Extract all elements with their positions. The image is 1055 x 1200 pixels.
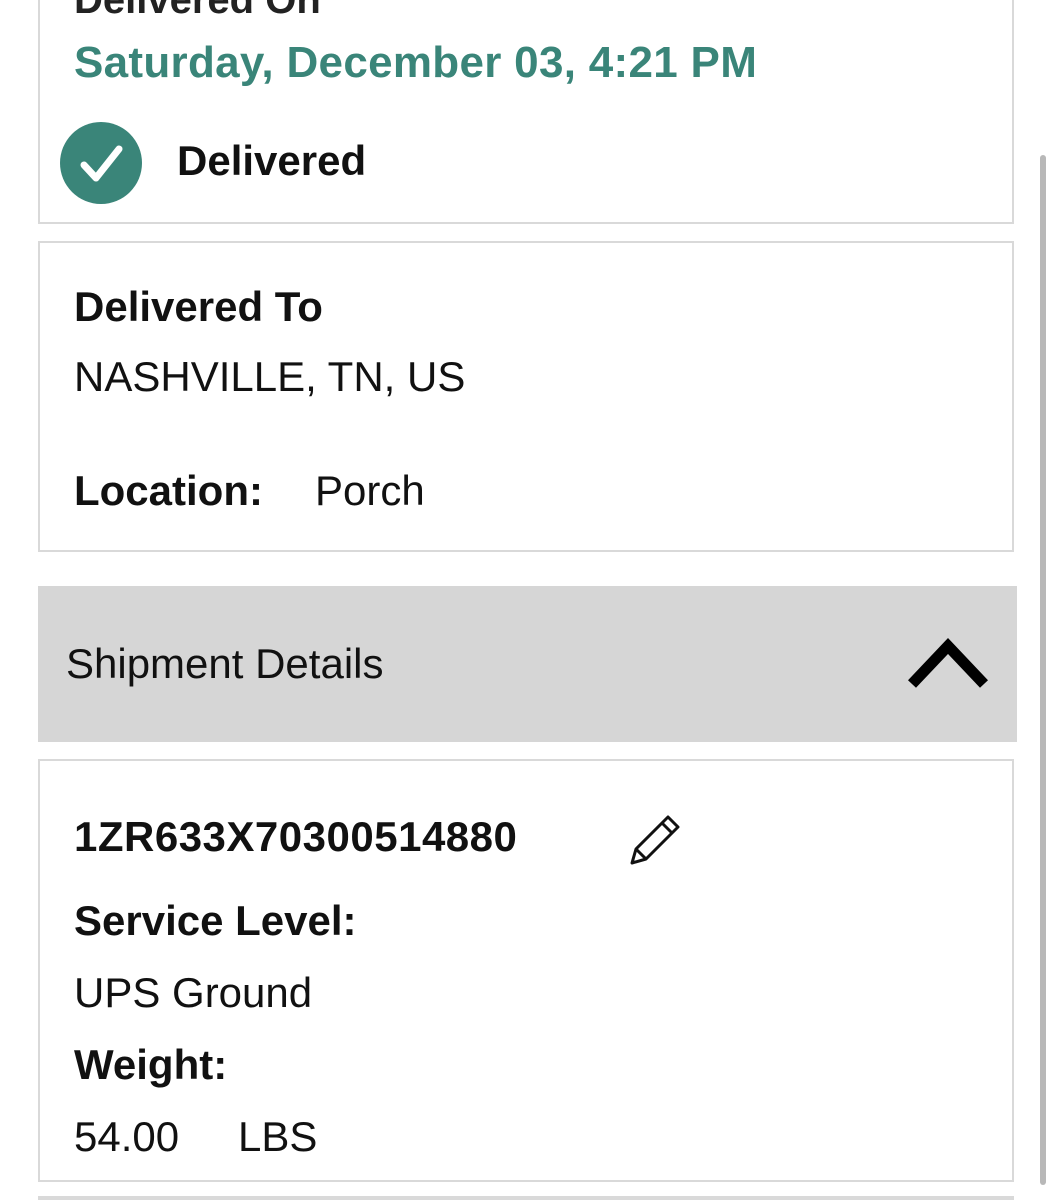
shipment-details-toggle[interactable]: Shipment Details: [38, 586, 1017, 742]
check-circle-icon: [60, 122, 142, 204]
scrollbar[interactable]: [1040, 155, 1046, 1185]
delivered-on-heading: Delivered On: [74, 0, 321, 22]
tracking-page: Delivered On Saturday, December 03, 4:21…: [0, 0, 1055, 1200]
location-value: Porch: [315, 467, 425, 514]
service-level-label: Service Level:: [74, 897, 357, 944]
weight-label: Weight:: [74, 1041, 228, 1088]
shipment-details-title: Shipment Details: [66, 640, 384, 687]
location-label: Location:: [74, 467, 263, 514]
weight-unit: LBS: [238, 1113, 318, 1160]
shipment-details-card: 1ZR633X70300514880 Service Level: UPS Gr…: [38, 759, 1014, 1182]
pencil-icon[interactable]: [628, 811, 684, 872]
tracking-number: 1ZR633X70300514880: [74, 813, 518, 860]
divider: [38, 1196, 1014, 1200]
delivery-status-label: Delivered: [177, 137, 367, 184]
chevron-up-icon[interactable]: [906, 634, 990, 697]
delivered-to-heading: Delivered To: [74, 283, 323, 330]
delivery-date: Saturday, December 03, 4:21 PM: [74, 38, 758, 87]
destination-card: Delivered To NASHVILLE, TN, US Location:…: [38, 241, 1014, 552]
delivery-status-card: Delivered On Saturday, December 03, 4:21…: [38, 0, 1014, 224]
weight-value: 54.00: [74, 1113, 180, 1160]
service-level-value: UPS Ground: [74, 969, 313, 1016]
destination-address: NASHVILLE, TN, US: [74, 353, 466, 400]
